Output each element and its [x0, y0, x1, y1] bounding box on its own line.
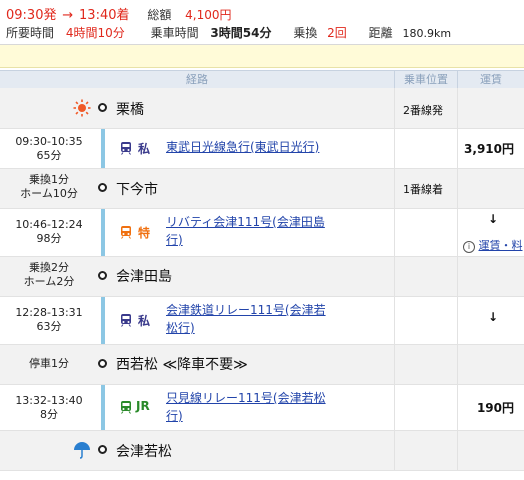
distance-label: 距離: [368, 26, 393, 40]
fare-continue-arrow: ↓: [487, 212, 498, 226]
train-type-label: 私: [138, 142, 151, 156]
row-divider: [0, 384, 524, 385]
segment-time: 10:46-12:24 98分: [0, 218, 98, 246]
fare-continue-arrow: ↓: [487, 310, 498, 324]
row-divider: [0, 344, 524, 345]
segment-row: 09:30-10:35 65分 私 東武日光線急行(東武日光行) 3,910円: [0, 128, 524, 168]
station-name: 栗橋: [116, 102, 144, 118]
station-marker-icon: [98, 183, 107, 192]
segment-time-range: 09:30-10:35: [15, 135, 83, 148]
row-divider: [0, 256, 524, 257]
segment-time: 09:30-10:35 65分: [0, 135, 98, 163]
fare-value: 3,910円: [464, 142, 514, 156]
transfer-value: 2回: [327, 26, 347, 40]
route-line: [101, 208, 105, 256]
row-divider: [0, 430, 524, 431]
transfer-time: 乗換1分: [29, 173, 69, 186]
column-divider: [394, 88, 395, 470]
station-marker-icon: [98, 445, 107, 454]
station-name: 下今市: [116, 182, 158, 198]
segment-row: 10:46-12:24 98分 特 リバティ会津111号(会津田島行) ↓ i …: [0, 208, 524, 256]
segment-duration: 8分: [40, 408, 58, 421]
fare-note: i 運賃・料: [463, 237, 523, 253]
duration-value: 4時間10分: [65, 26, 125, 40]
platform-info: 2番線発: [403, 104, 443, 117]
platform-column-header: 乗車位置: [404, 73, 448, 86]
station-marker-icon: [98, 359, 107, 368]
station-row: 乗換2分 ホーム2分 会津田島: [0, 256, 524, 296]
train-type-label: JR: [136, 399, 150, 413]
fare-column-header: 運賃: [480, 73, 502, 86]
station-name: 西若松 ≪降車不要≫: [116, 357, 248, 373]
ride-time-value: 3時間54分: [210, 26, 272, 40]
station-row: 会津若松: [0, 430, 524, 470]
train-icon: [120, 141, 132, 155]
train-link[interactable]: 只見線リレー111号(会津若松行): [166, 389, 336, 425]
transfer-time: 乗換2分: [29, 261, 69, 274]
route-summary: 09:30発 → 13:40着 総額 4,100円 所要時間 4時間10分 乗車…: [0, 0, 524, 45]
segment-duration: 63分: [36, 320, 62, 333]
ride-time-label: 乗車時間: [150, 26, 199, 40]
umbrella-icon: [73, 441, 91, 459]
segment-time-range: 10:46-12:24: [15, 218, 83, 231]
route-column-header: 経路: [186, 73, 208, 86]
segment-time-range: 13:32-13:40: [15, 394, 83, 407]
stop-time: 停車1分: [29, 357, 69, 370]
row-divider: [0, 208, 524, 209]
segment-duration: 98分: [36, 232, 62, 245]
station-row: 乗換1分 ホーム10分 下今市 1番線着: [0, 168, 524, 208]
total-label: 総額: [147, 8, 172, 22]
segment-time-range: 12:28-13:31: [15, 306, 83, 319]
platform-info: 1番線着: [403, 183, 443, 196]
row-divider: [0, 168, 524, 169]
segment-row: 12:28-13:31 63分 私 会津鉄道リレー111号(会津若松行) ↓: [0, 296, 524, 344]
segment-duration: 65分: [36, 149, 62, 162]
platform-walk-time: ホーム2分: [23, 275, 75, 288]
segment-time: 13:32-13:40 8分: [0, 394, 98, 422]
duration-label: 所要時間: [6, 26, 55, 40]
route-line: [101, 296, 105, 344]
summary-line-1: 09:30発 → 13:40着 総額 4,100円: [6, 4, 524, 23]
transfer-info: 乗換2分 ホーム2分: [0, 261, 98, 289]
transfer-label: 乗換: [293, 26, 318, 40]
segment-time: 12:28-13:31 63分: [0, 306, 98, 334]
segment-row: 13:32-13:40 8分 JR 只見線リレー111号(会津若松行) 190円: [0, 384, 524, 430]
fare-value: 190円: [476, 401, 514, 415]
arrow-icon: →: [62, 8, 74, 23]
route-line: [101, 384, 105, 430]
departure-time: 09:30発: [6, 8, 57, 23]
route-table-header: 経路 乗車位置 運賃: [0, 70, 524, 89]
station-marker-icon: [98, 103, 107, 112]
column-divider: [457, 88, 458, 470]
station-marker-icon: [98, 271, 107, 280]
route-line: [101, 128, 105, 168]
train-icon: [120, 313, 132, 327]
train-link[interactable]: 東武日光線急行(東武日光行): [166, 138, 319, 156]
train-type-label: 私: [138, 314, 151, 328]
total-value: 4,100円: [185, 8, 232, 22]
station-row: 栗橋 2番線発: [0, 88, 524, 128]
summary-line-2: 所要時間 4時間10分 乗車時間 3時間54分 乗換 2回 距離 180.9km: [6, 24, 524, 40]
sun-icon: [73, 99, 91, 117]
transfer-info: 乗換1分 ホーム10分: [0, 173, 98, 201]
station-name: 会津田島: [116, 269, 172, 285]
train-link[interactable]: リバティ会津111号(会津田島行): [166, 213, 336, 249]
station-name: 会津若松: [116, 444, 172, 460]
train-type-label: 特: [138, 226, 151, 240]
limited-express-icon: [120, 225, 132, 239]
platform-walk-time: ホーム10分: [20, 187, 78, 200]
info-icon: i: [463, 241, 475, 253]
jr-train-icon: [120, 400, 132, 414]
notice-bar: [0, 45, 524, 68]
train-link[interactable]: 会津鉄道リレー111号(会津若松行): [166, 301, 336, 337]
row-divider: [0, 470, 524, 471]
row-divider: [0, 296, 524, 297]
distance-value: 180.9km: [402, 27, 452, 40]
station-row: 停車1分 西若松 ≪降車不要≫: [0, 344, 524, 384]
row-divider: [0, 128, 524, 129]
fare-detail-link[interactable]: 運賃・料: [479, 239, 523, 252]
arrival-time: 13:40着: [79, 8, 130, 23]
